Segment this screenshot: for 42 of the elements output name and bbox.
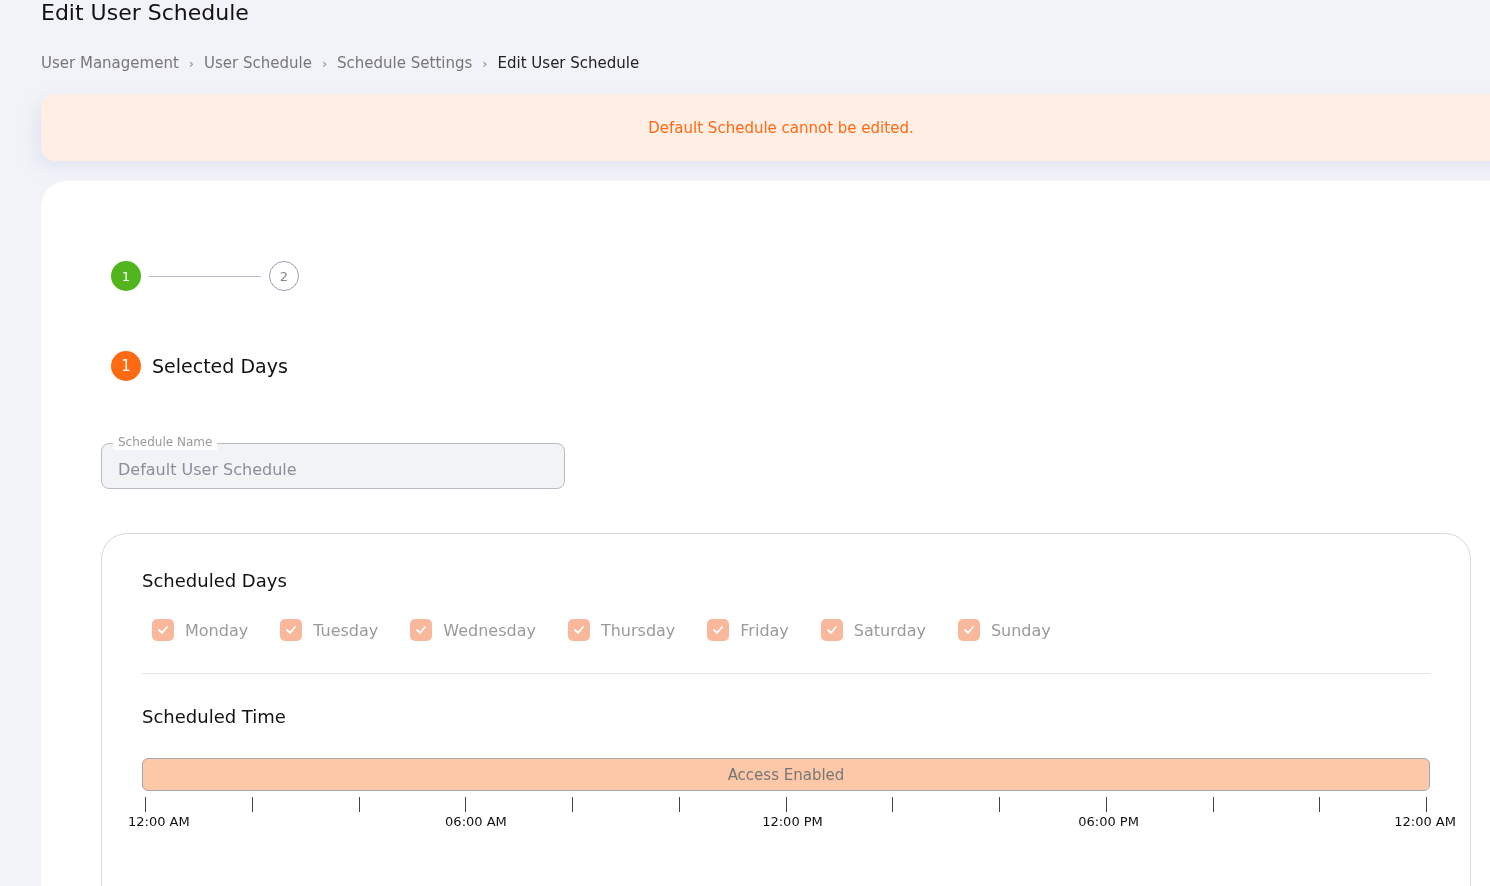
page-title: Edit User Schedule: [41, 0, 250, 26]
tick-mark: [572, 797, 573, 812]
breadcrumb-link[interactable]: Schedule Settings: [337, 54, 473, 72]
breadcrumb-link[interactable]: User Schedule: [204, 54, 312, 72]
check-icon: [157, 625, 169, 635]
tick-mark: [892, 797, 894, 812]
access-bar: Access Enabled: [142, 758, 1430, 791]
breadcrumb-separator: ›: [188, 55, 194, 71]
time-label: 06:00 AM: [445, 814, 507, 829]
tick-mark: [145, 797, 146, 812]
breadcrumb-link[interactable]: User Management: [41, 54, 179, 72]
check-icon: [415, 625, 428, 635]
tick-mark: [785, 797, 787, 812]
time-label: 06:00 PM: [1078, 814, 1139, 829]
check-icon: [572, 625, 585, 635]
tick-mark: [251, 797, 253, 812]
alert-message: Default Schedule cannot be edited.: [648, 118, 914, 137]
breadcrumb-separator: ›: [482, 55, 488, 71]
time-label: 12:00 AM: [128, 814, 190, 829]
check-icon: [962, 625, 975, 635]
tick-mark: [678, 797, 680, 812]
tick-mark: [1426, 797, 1427, 812]
check-icon: [285, 625, 298, 635]
section-number: 1: [111, 351, 141, 381]
time-label: 12:00 AM: [1394, 814, 1456, 829]
tick-mark: [1105, 797, 1107, 812]
time-label: 12:00 PM: [762, 814, 823, 829]
section-title: Selected Days: [152, 355, 288, 377]
scheduled-days-title: Scheduled Days: [142, 570, 288, 591]
scheduled-time-title: Scheduled Time: [142, 706, 287, 727]
breadcrumb-separator: ›: [321, 55, 328, 71]
tick-mark: [358, 797, 360, 812]
tick-mark: [465, 797, 467, 812]
tick-mark: [1212, 797, 1214, 812]
breadcrumb-link[interactable]: Edit User Schedule: [497, 54, 640, 72]
step-indicator[interactable]: 1: [111, 261, 141, 291]
field-label: Schedule Name: [113, 434, 218, 450]
tick-mark: [999, 797, 1000, 812]
check-icon: [825, 625, 838, 635]
tick-mark: [1319, 797, 1321, 812]
step-indicator[interactable]: 2: [269, 261, 299, 291]
check-icon: [712, 625, 725, 635]
